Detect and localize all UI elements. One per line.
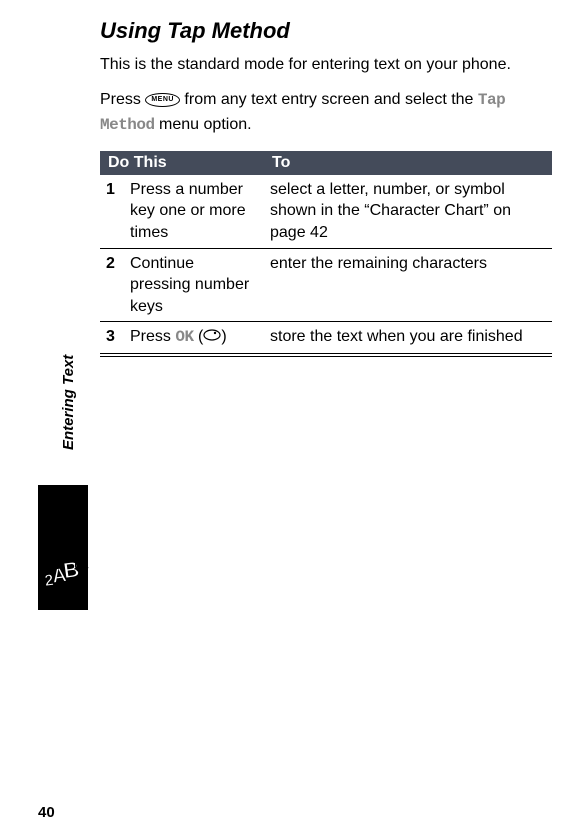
ok-label: OK [175,328,193,346]
instruction-text: Press MENU from any text entry screen an… [100,88,552,136]
sidebar-section-label: Entering Text [60,355,77,450]
do-cell: Press OK () [124,322,264,355]
header-do: Do This [100,151,264,175]
do-cell: Press a number key one or more times [124,175,264,248]
to-cell: store the text when you are finished [264,322,552,355]
table-row: 1 Press a number key one or more times s… [100,175,552,248]
instruction-post: menu option. [155,116,252,133]
do-post: ( [194,328,204,345]
instruction-pre: Press [100,91,145,108]
to-cell: enter the remaining characters [264,248,552,322]
to-cell: select a letter, number, or symbol shown… [264,175,552,248]
table-header-row: Do This To [100,151,552,175]
menu-key-icon: MENU [145,93,180,107]
intro-text: This is the standard mode for entering t… [100,54,552,76]
header-to: To [264,151,552,175]
table-row: 3 Press OK () store the text when you ar… [100,322,552,355]
step-number: 2 [100,248,124,322]
svg-text:C: C [74,555,90,577]
do-cell: Continue pressing number keys [124,248,264,322]
softkey-icon [203,326,221,348]
page-number: 40 [38,804,55,821]
table-row: 2 Continue pressing number keys enter th… [100,248,552,322]
instruction-mid: from any text entry screen and select th… [180,91,478,108]
steps-table: Do This To 1 Press a number key one or m… [100,151,552,357]
do-pre: Press [130,328,175,345]
abc-icon: 2 A B C [39,552,94,599]
step-number: 3 [100,322,124,355]
step-number: 1 [100,175,124,248]
do-end: ) [221,328,226,345]
page-heading: Using Tap Method [100,18,552,44]
